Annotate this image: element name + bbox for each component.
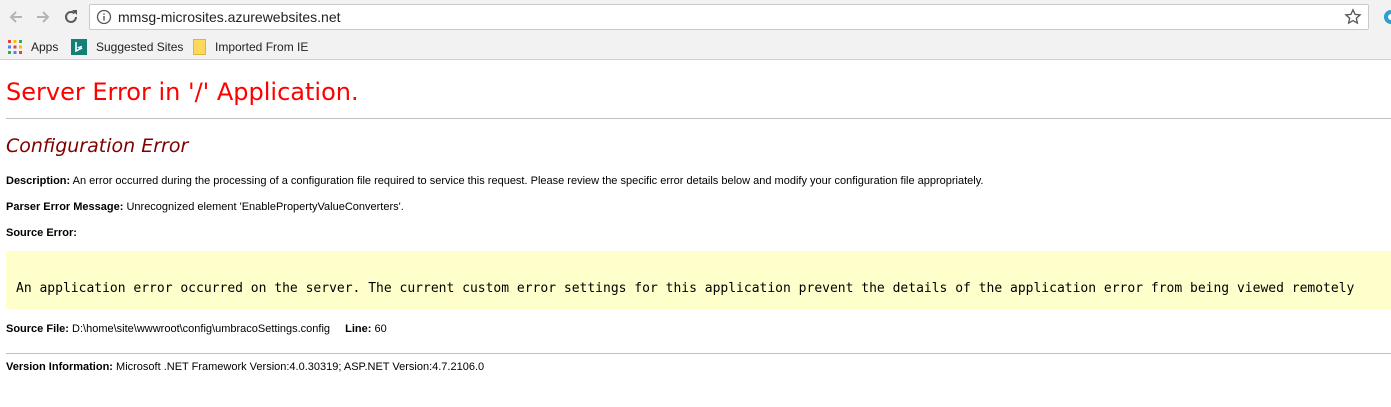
description-label: Description: [6,175,71,187]
reload-button[interactable] [59,5,83,29]
version-text: Microsoft .NET Framework Version:4.0.303… [116,361,485,373]
source-error-box: An application error occurred on the ser… [6,251,1391,309]
source-file-line: Source File: D:\home\site\wwwroot\config… [6,323,387,335]
reload-icon [65,10,77,23]
bing-icon [71,39,87,55]
error-subtitle: Configuration Error [6,135,189,157]
back-button[interactable] [4,5,28,29]
line-label: Line: [345,323,372,335]
bookmark-label: Apps [31,40,59,54]
arrow-left-icon [9,11,22,23]
title-divider [6,118,1391,119]
parser-error-line: Parser Error Message: Unrecognized eleme… [6,201,404,213]
bookmark-imported-from-ie[interactable]: Imported From IE [193,37,308,57]
browser-toolbar: mmsg-microsites.azurewebsites.net [0,0,1391,34]
forward-button[interactable] [31,5,55,29]
bookmark-suggested-sites[interactable]: Suggested Sites [71,37,183,57]
version-label: Version Information: [6,361,113,373]
info-icon[interactable] [96,9,112,25]
extension-icon[interactable] [1381,8,1391,26]
bookmark-apps[interactable]: Apps [8,37,58,57]
version-divider [6,353,1391,354]
version-line: Version Information: Microsoft .NET Fram… [6,361,484,373]
apps-grid-icon [8,40,22,54]
address-bar[interactable]: mmsg-microsites.azurewebsites.net [89,4,1369,30]
source-file-label: Source File: [6,323,69,335]
parser-error-label: Parser Error Message: [6,201,124,213]
source-error-label: Source Error: [6,227,77,239]
parser-error-text: Unrecognized element 'EnablePropertyValu… [126,201,404,213]
description-line: Description: An error occurred during th… [6,175,983,187]
line-number: 60 [374,323,387,335]
bookmark-label: Imported From IE [215,40,309,54]
error-page: Server Error in '/' Application. Configu… [0,61,1391,407]
description-text: An error occurred during the processing … [72,175,984,187]
source-error-line: Source Error: [6,227,77,239]
source-file-path: D:\home\site\wwwroot\config\umbracoSetti… [72,323,331,335]
folder-icon [193,39,206,55]
url-text[interactable]: mmsg-microsites.azurewebsites.net [118,9,341,25]
source-error-text: An application error occurred on the ser… [16,281,1355,296]
page-title: Server Error in '/' Application. [6,78,359,106]
bookmarks-bar: Apps Suggested Sites Imported From IE [0,34,1391,60]
arrow-right-icon [37,11,50,23]
bookmark-label: Suggested Sites [96,40,184,54]
bookmark-star-icon[interactable] [1344,8,1362,26]
